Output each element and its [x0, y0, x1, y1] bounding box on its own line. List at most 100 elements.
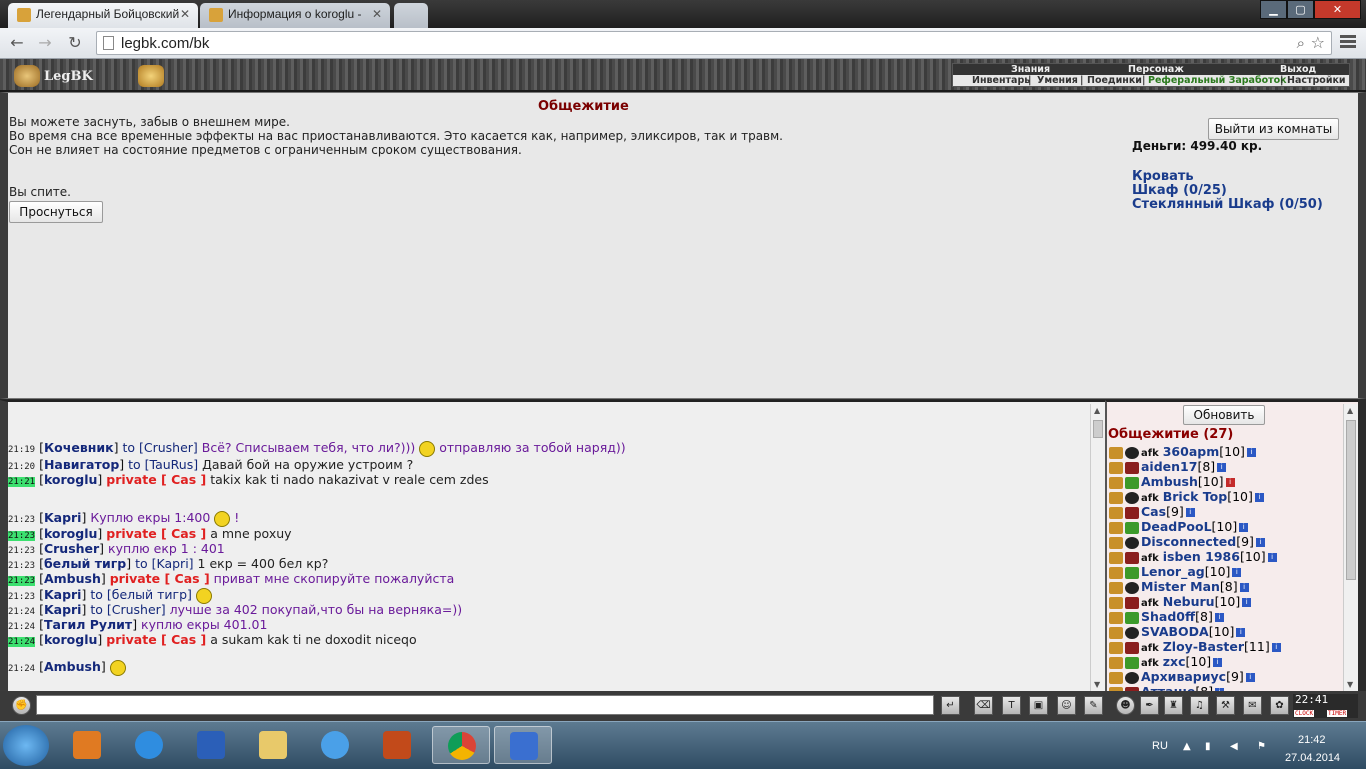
- tray-arrow-icon[interactable]: ▲: [1183, 741, 1195, 753]
- online-user[interactable]: Атташе[8]i: [1109, 684, 1225, 691]
- user-name[interactable]: isben 1986: [1163, 549, 1240, 564]
- message-nick[interactable]: Навигатор: [44, 457, 119, 472]
- maximize-button[interactable]: ▢: [1287, 0, 1314, 19]
- info-icon[interactable]: i: [1254, 493, 1264, 502]
- info-icon[interactable]: i: [1239, 523, 1249, 532]
- private-message-icon[interactable]: [1109, 626, 1123, 639]
- message-time[interactable]: 21:23: [8, 561, 35, 571]
- user-name[interactable]: Brick Top: [1163, 489, 1227, 504]
- chat-scrollbar[interactable]: ▲ ▼: [1090, 404, 1105, 691]
- online-user[interactable]: afk Neburu[10] i: [1109, 594, 1252, 609]
- message-nick[interactable]: Ambush: [44, 659, 101, 674]
- reload-icon[interactable]: ↻: [64, 33, 86, 53]
- bag-icon[interactable]: ♜: [1164, 696, 1183, 715]
- user-name[interactable]: Zloy-Baster: [1163, 639, 1244, 654]
- user-name[interactable]: Mister Man: [1141, 579, 1220, 594]
- online-user[interactable]: Shad0ff[8] i: [1109, 609, 1224, 624]
- taskbar-word[interactable]: [182, 726, 240, 764]
- message-nick[interactable]: Crusher: [44, 541, 99, 556]
- menu-settings[interactable]: Настройки: [1287, 75, 1346, 86]
- info-icon[interactable]: i: [1213, 658, 1223, 667]
- private-message-icon[interactable]: [1109, 521, 1123, 534]
- bookmark-star-icon[interactable]: ☆: [1311, 33, 1325, 52]
- private-message-icon[interactable]: [1109, 581, 1123, 594]
- user-name[interactable]: Lenor_ag: [1141, 564, 1205, 579]
- glass-wardrobe-link[interactable]: Стеклянный Шкаф (0/50): [1132, 197, 1323, 212]
- message-recipient[interactable]: to [TauRus]: [128, 457, 198, 472]
- chrome-menu-icon[interactable]: [1340, 33, 1356, 51]
- message-nick[interactable]: Kapri: [44, 587, 82, 602]
- info-icon[interactable]: i: [1239, 583, 1249, 592]
- back-arrow-icon[interactable]: ←: [6, 33, 28, 53]
- taskbar-app[interactable]: [306, 726, 364, 764]
- tab-legendary[interactable]: Легендарный Бойцовский ✕: [8, 3, 198, 28]
- menu-exit[interactable]: Выход: [1280, 64, 1316, 75]
- online-user[interactable]: afk Brick Top[10] i: [1109, 489, 1264, 504]
- info-icon[interactable]: i: [1245, 673, 1255, 682]
- message-nick[interactable]: Kapri: [44, 602, 82, 617]
- taskbar-chrome[interactable]: [432, 726, 490, 764]
- smile-icon[interactable]: ☻: [1116, 696, 1135, 715]
- message-recipient[interactable]: to [Crusher]: [90, 602, 165, 617]
- menu-referral[interactable]: Реферальный Заработок: [1148, 75, 1287, 86]
- message-nick[interactable]: Кочевник: [44, 440, 114, 455]
- info-icon[interactable]: i: [1217, 463, 1227, 472]
- private-message-icon[interactable]: [1109, 611, 1123, 624]
- user-name[interactable]: 360apm: [1163, 444, 1220, 459]
- private-message-icon[interactable]: [1109, 671, 1123, 684]
- zoom-icon[interactable]: ⌕: [1297, 34, 1305, 52]
- online-user[interactable]: Ambush[10] i: [1109, 474, 1235, 489]
- info-icon[interactable]: i: [1185, 508, 1195, 517]
- tray-clock[interactable]: 21:42: [1298, 734, 1326, 746]
- message-time[interactable]: 21:23: [8, 531, 36, 541]
- private-message-icon[interactable]: [1109, 506, 1123, 519]
- network-icon[interactable]: ▮: [1205, 741, 1217, 753]
- online-user[interactable]: aiden17[8] i: [1109, 459, 1227, 474]
- taskbar-game[interactable]: [368, 726, 426, 764]
- user-name[interactable]: aiden17: [1141, 459, 1197, 474]
- user-name[interactable]: Neburu: [1163, 594, 1215, 609]
- menu-inventory[interactable]: Инвентарь: [972, 75, 1030, 86]
- online-user[interactable]: Mister Man[8] i: [1109, 579, 1249, 594]
- taskbar-security[interactable]: [494, 726, 552, 764]
- message-nick[interactable]: Тагил Рулит: [44, 617, 132, 632]
- message-time[interactable]: 21:24: [8, 607, 35, 617]
- user-name[interactable]: DeadPooL: [1141, 519, 1212, 534]
- start-button[interactable]: [3, 725, 49, 766]
- online-scrollbar[interactable]: ▲ ▼: [1343, 404, 1358, 691]
- message-time[interactable]: 21:20: [8, 462, 35, 472]
- taskbar-internet-explorer[interactable]: [120, 726, 178, 764]
- menu-knowledge[interactable]: Знания: [1011, 64, 1050, 75]
- filter-icon[interactable]: T: [1002, 696, 1021, 715]
- menu-skills[interactable]: Умения: [1037, 75, 1078, 86]
- pen-icon[interactable]: ✒: [1140, 696, 1159, 715]
- online-user[interactable]: afk isben 1986[10] i: [1109, 549, 1277, 564]
- address-bar[interactable]: legbk.com/bk ⌕ ☆: [96, 31, 1332, 55]
- save-icon[interactable]: ▣: [1029, 696, 1048, 715]
- info-icon[interactable]: i: [1267, 553, 1277, 562]
- user-name[interactable]: zxc: [1163, 654, 1186, 669]
- private-tag[interactable]: private [ Cas ]: [110, 571, 210, 586]
- message-recipient[interactable]: to [Crusher]: [122, 440, 197, 455]
- info-icon[interactable]: i: [1242, 598, 1252, 607]
- info-icon[interactable]: i: [1214, 613, 1224, 622]
- fist-icon[interactable]: ✊: [12, 696, 31, 715]
- private-message-icon[interactable]: [1109, 641, 1123, 654]
- refresh-button[interactable]: Обновить: [1183, 405, 1265, 425]
- private-tag[interactable]: private [ Cas ]: [106, 632, 206, 647]
- private-message-icon[interactable]: [1109, 446, 1123, 459]
- private-message-icon[interactable]: [1109, 476, 1123, 489]
- info-icon[interactable]: i: [1246, 448, 1256, 457]
- user-name[interactable]: SVABODA: [1141, 624, 1209, 639]
- leave-room-button[interactable]: Выйти из комнаты: [1208, 118, 1339, 140]
- message-time[interactable]: 21:21: [8, 477, 36, 487]
- private-message-icon[interactable]: [1109, 551, 1123, 564]
- info-icon[interactable]: i: [1271, 643, 1281, 652]
- bed-link[interactable]: Кровать: [1132, 169, 1194, 184]
- message-time[interactable]: 21:19: [8, 445, 35, 455]
- game-clock[interactable]: 22:41 CLOCK TIMER: [1293, 693, 1358, 718]
- message-time[interactable]: 21:24: [8, 637, 36, 647]
- online-user[interactable]: Архивариус[9] i: [1109, 669, 1255, 684]
- message-time[interactable]: 21:24: [8, 622, 35, 632]
- message-recipient[interactable]: to [белый тигр]: [90, 587, 192, 602]
